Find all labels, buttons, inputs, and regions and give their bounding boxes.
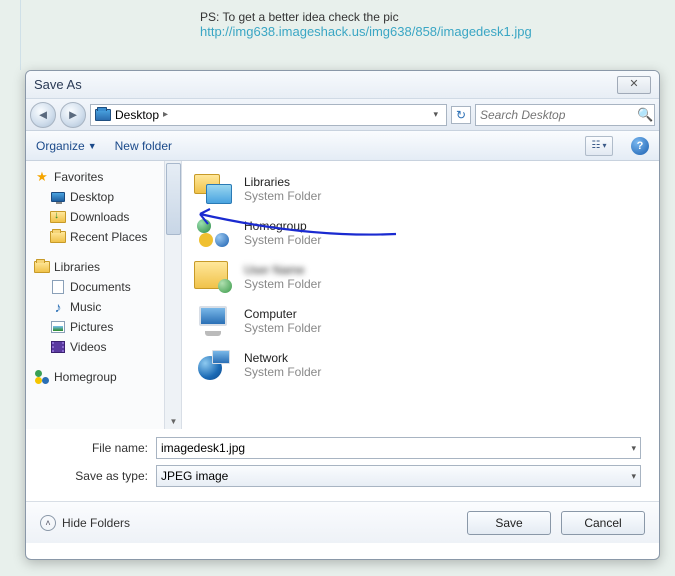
- desktop-icon: [51, 192, 65, 202]
- search-input[interactable]: [480, 108, 637, 122]
- footer: ˄ Hide Folders Save Cancel: [26, 501, 659, 543]
- new-folder-button[interactable]: New folder: [115, 139, 172, 153]
- post-text: PS: To get a better idea check the pic h…: [200, 10, 532, 39]
- sidebar-item-videos[interactable]: Videos: [34, 337, 181, 357]
- close-button[interactable]: ✕: [617, 76, 651, 94]
- savetype-combobox[interactable]: JPEG image ▾: [156, 465, 641, 487]
- dialog-title: Save As: [34, 77, 617, 92]
- blurred-username: User Name: [244, 263, 321, 277]
- fields-area: File name: ▾ Save as type: JPEG image ▾: [26, 429, 659, 501]
- save-button[interactable]: Save: [467, 511, 551, 535]
- search-icon[interactable]: 🔍: [637, 107, 653, 123]
- savetype-value: JPEG image: [161, 469, 228, 483]
- videos-icon: [51, 341, 65, 353]
- downloads-icon: [50, 211, 66, 223]
- sidebar-group-favorites[interactable]: ★ Favorites: [34, 167, 181, 187]
- sidebar-group-homegroup[interactable]: Homegroup: [34, 367, 181, 387]
- list-item[interactable]: Computer System Folder: [190, 299, 651, 343]
- sidebar-item-desktop[interactable]: Desktop: [34, 187, 181, 207]
- chevron-down-icon[interactable]: ▾: [627, 443, 636, 454]
- refresh-button[interactable]: ↻: [451, 106, 471, 124]
- homegroup-icon: [35, 370, 49, 384]
- nav-bar: ◄ ► Desktop ▸ ▾ ↻ 🔍: [26, 99, 659, 131]
- breadcrumb-bar[interactable]: Desktop ▸ ▾: [90, 104, 447, 126]
- folder-icon: [50, 231, 66, 243]
- scroll-thumb[interactable]: [166, 163, 181, 235]
- chevron-right-icon[interactable]: ▸: [163, 109, 168, 120]
- homegroup-icon: [195, 217, 231, 249]
- pictures-icon: [51, 321, 65, 333]
- content-pane[interactable]: Libraries System Folder Homegroup System…: [182, 161, 659, 429]
- back-button[interactable]: ◄: [30, 102, 56, 128]
- sidebar-scrollbar[interactable]: ▲ ▼: [164, 161, 181, 429]
- list-item[interactable]: Homegroup System Folder: [190, 211, 651, 255]
- hide-folders-button[interactable]: ˄ Hide Folders: [40, 515, 130, 531]
- libraries-icon: [34, 261, 50, 273]
- chevron-down-icon[interactable]: ▾: [627, 471, 636, 482]
- post-link[interactable]: http://img638.imageshack.us/img638/858/i…: [200, 24, 532, 39]
- breadcrumb-dropdown[interactable]: ▾: [429, 109, 442, 120]
- save-as-dialog: Save As ✕ ◄ ► Desktop ▸ ▾ ↻ 🔍 Organize ▼…: [25, 70, 660, 560]
- toolbar: Organize ▼ New folder ☷▾ ?: [26, 131, 659, 161]
- cancel-button[interactable]: Cancel: [561, 511, 645, 535]
- sidebar-item-downloads[interactable]: Downloads: [34, 207, 181, 227]
- savetype-label: Save as type:: [44, 469, 156, 483]
- list-item[interactable]: Libraries System Folder: [190, 167, 651, 211]
- computer-icon: [195, 306, 231, 336]
- filename-label: File name:: [44, 441, 156, 455]
- titlebar: Save As ✕: [26, 71, 659, 99]
- post-line: PS: To get a better idea check the pic: [200, 10, 532, 24]
- list-item[interactable]: Network System Folder: [190, 343, 651, 387]
- sidebar-group-libraries[interactable]: Libraries: [34, 257, 181, 277]
- desktop-icon: [95, 109, 111, 121]
- sidebar-item-pictures[interactable]: Pictures: [34, 317, 181, 337]
- filename-combobox[interactable]: ▾: [156, 437, 641, 459]
- view-mode-button[interactable]: ☷▾: [585, 136, 613, 156]
- libraries-icon: [194, 174, 232, 204]
- chevron-down-icon: ▼: [88, 141, 97, 151]
- document-icon: [52, 280, 64, 294]
- search-box[interactable]: 🔍: [475, 104, 655, 126]
- network-icon: [196, 350, 230, 380]
- list-item[interactable]: User Name System Folder: [190, 255, 651, 299]
- sidebar: ★ Favorites Desktop Downloads Recent Pla…: [26, 161, 182, 429]
- scroll-down-icon[interactable]: ▼: [165, 415, 182, 429]
- filename-input[interactable]: [161, 441, 627, 455]
- user-folder-icon: [194, 261, 232, 293]
- organize-menu[interactable]: Organize ▼: [36, 139, 97, 153]
- sidebar-item-documents[interactable]: Documents: [34, 277, 181, 297]
- breadcrumb-location: Desktop: [115, 108, 159, 122]
- forward-button[interactable]: ►: [60, 102, 86, 128]
- sidebar-item-recent-places[interactable]: Recent Places: [34, 227, 181, 247]
- help-button[interactable]: ?: [631, 137, 649, 155]
- sidebar-item-music[interactable]: ♪ Music: [34, 297, 181, 317]
- body-area: ★ Favorites Desktop Downloads Recent Pla…: [26, 161, 659, 429]
- chevron-up-icon: ˄: [40, 515, 56, 531]
- star-icon: ★: [34, 169, 50, 185]
- music-icon: ♪: [50, 299, 66, 315]
